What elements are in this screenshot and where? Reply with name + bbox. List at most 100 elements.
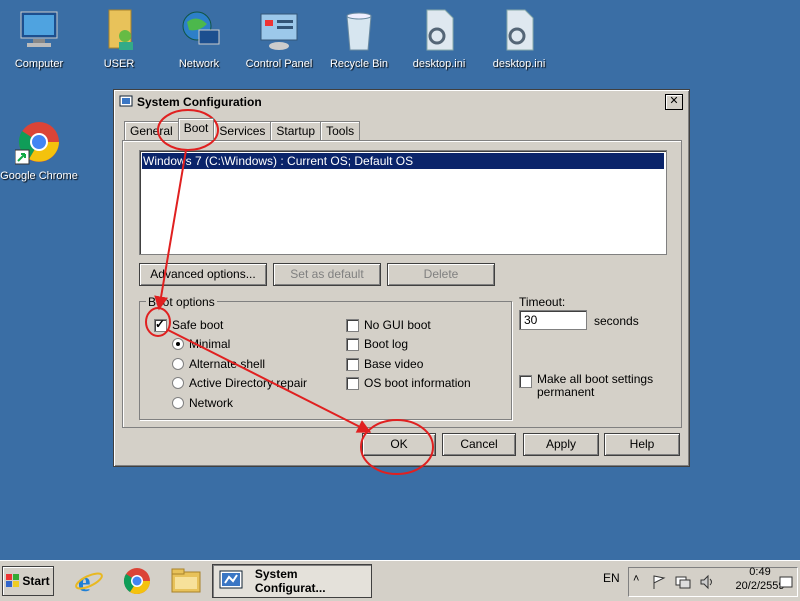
desktop-icon-network[interactable]: Network bbox=[160, 6, 238, 70]
timeout-label: Timeout: bbox=[519, 295, 566, 309]
minimal-label: Minimal bbox=[189, 337, 231, 351]
advanced-options-button[interactable]: Advanced options... bbox=[139, 263, 267, 286]
close-button[interactable]: ✕ bbox=[665, 94, 683, 110]
start-button[interactable]: Start bbox=[2, 566, 54, 596]
tab-services[interactable]: Services bbox=[213, 121, 272, 140]
network-radio[interactable]: Network bbox=[172, 396, 233, 410]
no-gui-boot-checkbox[interactable]: No GUI boot bbox=[346, 318, 431, 332]
network-label: Network bbox=[189, 396, 234, 410]
boot-tab-panel: Windows 7 (C:\Windows) : Current OS; Def… bbox=[122, 140, 682, 428]
set-as-default-button[interactable]: Set as default bbox=[273, 263, 381, 286]
radio-icon bbox=[172, 397, 184, 409]
active-directory-repair-radio[interactable]: Active Directory repair bbox=[172, 376, 307, 390]
help-button[interactable]: Help bbox=[604, 433, 680, 456]
recycle-bin-icon bbox=[335, 6, 383, 54]
tab-boot[interactable]: Boot bbox=[177, 118, 215, 140]
taskbar-window-label: System Configurat... bbox=[254, 567, 326, 595]
minimal-radio[interactable]: Minimal bbox=[172, 337, 230, 351]
desktop-icon-google-chrome[interactable]: Google Chrome bbox=[0, 118, 78, 182]
desktop-icon-label: Recycle Bin bbox=[329, 58, 389, 70]
desktop-icon-recycle-bin[interactable]: Recycle Bin bbox=[320, 6, 398, 70]
boot-options-label: Boot options bbox=[146, 295, 217, 309]
computer-icon bbox=[15, 6, 63, 54]
user-folder-icon bbox=[95, 6, 143, 54]
desktop-icon-label: Google Chrome bbox=[0, 170, 78, 182]
chrome-taskbar-button[interactable] bbox=[122, 566, 152, 596]
tab-tools[interactable]: Tools bbox=[320, 121, 361, 140]
volume-icon[interactable] bbox=[699, 574, 715, 590]
tab-startup[interactable]: Startup bbox=[270, 121, 322, 140]
explorer-taskbar-button[interactable] bbox=[170, 566, 201, 596]
tab-strip: General Boot Services Startup Tools bbox=[124, 118, 361, 141]
os-list[interactable]: Windows 7 (C:\Windows) : Current OS; Def… bbox=[139, 150, 667, 255]
chrome-icon bbox=[14, 118, 63, 166]
desktop-icon-label: desktop.ini bbox=[412, 58, 466, 70]
cancel-button[interactable]: Cancel bbox=[442, 433, 516, 456]
alternate-shell-radio[interactable]: Alternate shell bbox=[172, 357, 265, 371]
windows-logo-icon bbox=[6, 574, 20, 587]
timeout-input[interactable]: 30 bbox=[519, 310, 587, 330]
internet-explorer-taskbar-button[interactable]: e bbox=[74, 566, 104, 598]
control-panel-icon bbox=[255, 6, 303, 54]
desktop-icon-desktop-ini-1[interactable]: desktop.ini bbox=[400, 6, 478, 70]
base-video-checkbox[interactable]: Base video bbox=[346, 357, 423, 371]
delete-button[interactable]: Delete bbox=[387, 263, 495, 286]
internet-explorer-icon: e bbox=[75, 567, 103, 598]
settings-file-icon bbox=[415, 6, 463, 54]
desktop-icon-computer[interactable]: Computer bbox=[0, 6, 78, 70]
window-title: System Configuration bbox=[137, 95, 262, 109]
system-configuration-window[interactable]: System Configuration ✕ General Boot Serv… bbox=[113, 89, 690, 467]
os-boot-information-checkbox[interactable]: OS boot information bbox=[346, 376, 471, 390]
boot-options-group: Boot options Safe boot Minimal Alternate… bbox=[139, 295, 512, 420]
safe-boot-label: Safe boot bbox=[172, 318, 224, 332]
msconfig-icon bbox=[119, 95, 133, 107]
desktop-icon-label: desktop.ini bbox=[492, 58, 546, 70]
close-icon: ✕ bbox=[669, 95, 679, 107]
title-bar[interactable]: System Configuration ✕ bbox=[117, 93, 686, 111]
ok-button[interactable]: OK bbox=[362, 433, 436, 456]
radio-selected-icon bbox=[172, 338, 184, 350]
os-boot-information-label: OS boot information bbox=[364, 376, 471, 390]
radio-icon bbox=[172, 358, 184, 370]
checkbox-icon bbox=[519, 375, 532, 388]
show-desktop-button[interactable] bbox=[778, 575, 794, 589]
safe-boot-checkbox[interactable]: Safe boot bbox=[154, 317, 224, 332]
desktop-icon-user[interactable]: USER bbox=[80, 6, 158, 70]
action-center-flag-icon[interactable] bbox=[651, 574, 667, 590]
desktop-icon-label: Computer bbox=[14, 58, 64, 70]
apply-button[interactable]: Apply bbox=[523, 433, 599, 456]
make-permanent-label: Make all boot settings permanent bbox=[537, 372, 654, 399]
checkbox-icon bbox=[346, 376, 359, 390]
chrome-icon bbox=[123, 568, 151, 595]
alternate-shell-label: Alternate shell bbox=[189, 357, 266, 371]
network-icon bbox=[175, 6, 223, 54]
taskbar-window-system-configuration[interactable]: System Configurat... bbox=[212, 564, 372, 598]
network-status-icon[interactable] bbox=[675, 574, 691, 590]
no-gui-boot-label: No GUI boot bbox=[364, 318, 431, 332]
boot-log-checkbox[interactable]: Boot log bbox=[346, 337, 408, 351]
checkbox-checked-icon bbox=[154, 317, 167, 332]
boot-log-label: Boot log bbox=[364, 337, 409, 351]
msconfig-icon bbox=[219, 570, 243, 589]
taskbar: Start e System Configurat... EN ˄ 0:49 2… bbox=[0, 560, 800, 601]
tab-general[interactable]: General bbox=[124, 121, 179, 140]
timeout-unit-label: seconds bbox=[594, 314, 639, 328]
language-indicator[interactable]: EN bbox=[603, 571, 620, 585]
folder-icon bbox=[171, 568, 201, 593]
show-hidden-icons-icon[interactable]: ˄ bbox=[633, 573, 639, 585]
desktop-icon-control-panel[interactable]: Control Panel bbox=[240, 6, 318, 70]
active-directory-repair-label: Active Directory repair bbox=[189, 376, 308, 390]
cursor-icon bbox=[779, 576, 793, 588]
desktop-icon-label: Control Panel bbox=[245, 58, 313, 70]
checkbox-icon bbox=[346, 337, 359, 351]
make-permanent-checkbox[interactable]: Make all boot settings permanent bbox=[519, 373, 669, 399]
os-list-item[interactable]: Windows 7 (C:\Windows) : Current OS; Def… bbox=[142, 153, 664, 169]
checkbox-icon bbox=[346, 357, 359, 371]
desktop-icon-label: USER bbox=[103, 58, 135, 70]
desktop-icon-label: Network bbox=[178, 58, 220, 70]
base-video-label: Base video bbox=[364, 357, 424, 371]
desktop-icon-desktop-ini-2[interactable]: desktop.ini bbox=[480, 6, 558, 70]
start-label: Start bbox=[22, 574, 50, 588]
settings-file-icon bbox=[495, 6, 543, 54]
checkbox-icon bbox=[346, 318, 359, 332]
